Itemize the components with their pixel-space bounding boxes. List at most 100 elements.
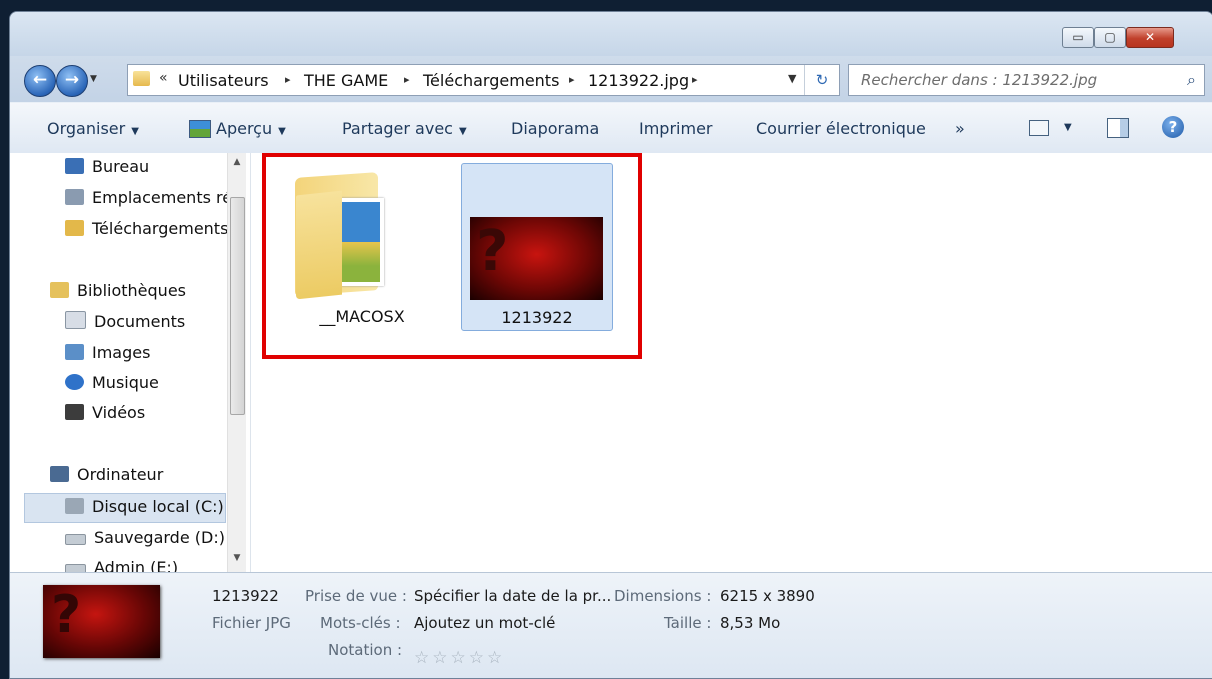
sidebar-item-label: Documents	[94, 312, 186, 331]
back-button[interactable]: ←	[24, 65, 56, 97]
dropdown-arrow-icon: ▼	[458, 126, 467, 137]
help-icon[interactable]: ?	[1162, 116, 1184, 138]
scroll-up-icon[interactable]: ▲	[228, 157, 246, 167]
details-dimensions-value: 6215 x 3890	[720, 587, 815, 605]
libraries-icon	[50, 282, 69, 298]
search-icon[interactable]: ⌕	[1187, 70, 1196, 90]
breadcrumb-utilisateurs[interactable]: Utilisateurs	[178, 71, 269, 90]
drive-icon	[65, 564, 86, 572]
scroll-thumb[interactable]	[230, 197, 245, 415]
desktop-icon	[65, 158, 84, 174]
details-prise-label: Prise de vue :	[305, 587, 407, 605]
breadcrumb-separator[interactable]: ▸	[569, 73, 575, 86]
sidebar-item-label: Emplacements ré	[92, 188, 233, 207]
search-box[interactable]: Rechercher dans : 1213922.jpg ⌕	[848, 64, 1205, 96]
breadcrumb-the-game[interactable]: THE GAME	[304, 71, 388, 90]
apercu-menu[interactable]: Aperçu ▼	[216, 119, 286, 138]
sidebar-item-label: Images	[92, 343, 151, 362]
command-bar: Organiser ▼ Aperçu ▼ Partager avec ▼ Diapor…	[10, 102, 1212, 154]
details-file-type: Fichier JPG	[212, 614, 291, 632]
details-mots-value[interactable]: Ajoutez un mot-clé	[414, 614, 555, 632]
computer-icon	[50, 466, 69, 482]
recent-places-icon	[65, 189, 84, 205]
file-item-1213922-jpg[interactable]: ? 1213922	[461, 163, 613, 331]
refresh-button[interactable]: ↻	[804, 65, 839, 95]
explorer-window: ▭ ▢ ✕ ← → ▼ « Utilisateurs ▸ THE GAME ▸ …	[9, 11, 1212, 679]
file-list-pane: __MACOSX ? 1213922	[251, 153, 1212, 572]
folder-front-flap	[296, 190, 342, 300]
sidebar-item-label: Musique	[92, 373, 159, 392]
sidebar-item-images[interactable]: Images	[65, 341, 150, 365]
details-mots-label: Mots-clés :	[320, 614, 401, 632]
title-bar: ▭ ▢ ✕	[10, 12, 1212, 56]
sidebar-item-label: Bureau	[92, 157, 150, 176]
sidebar-item-emplacements[interactable]: Emplacements ré	[65, 186, 232, 210]
diaporama-button[interactable]: Diaporama	[511, 119, 599, 138]
search-input[interactable]: Rechercher dans : 1213922.jpg	[861, 71, 1097, 89]
minimize-icon: ▭	[1072, 30, 1084, 44]
partager-label: Partager avec	[342, 119, 453, 138]
close-button[interactable]: ✕	[1126, 27, 1174, 48]
view-options-icon[interactable]	[1029, 120, 1049, 136]
drive-icon	[65, 534, 86, 545]
sidebar-item-telechargements[interactable]: Téléchargements	[65, 217, 228, 241]
close-icon: ✕	[1144, 30, 1156, 44]
organiser-menu[interactable]: Organiser ▼	[47, 119, 139, 138]
sidebar-scrollbar[interactable]: ▲ ▼	[227, 153, 246, 572]
organiser-label: Organiser	[47, 119, 126, 138]
navigation-bar: ← → ▼ « Utilisateurs ▸ THE GAME ▸ Téléch…	[10, 56, 1212, 102]
breadcrumb-separator[interactable]: ▸	[285, 73, 291, 86]
sidebar-item-disque-local[interactable]: Disque local (C:)	[65, 495, 224, 519]
details-prise-value[interactable]: Spécifier la date de la pr...	[414, 587, 611, 605]
breadcrumb-separator[interactable]: ▸	[404, 73, 410, 86]
sidebar-item-ordinateur[interactable]: Ordinateur	[50, 463, 163, 487]
sidebar-item-label: Admin (E:)	[94, 558, 179, 572]
details-file-name: 1213922	[212, 587, 279, 605]
file-name: __MACOSX	[319, 307, 405, 326]
overflow-chevron[interactable]: «	[159, 70, 168, 86]
maximize-button[interactable]: ▢	[1094, 27, 1126, 48]
view-dropdown-arrow[interactable]: ▼	[1064, 122, 1072, 133]
partager-menu[interactable]: Partager avec ▼	[342, 119, 467, 138]
breadcrumb-telechargements[interactable]: Téléchargements	[423, 71, 559, 90]
forward-button[interactable]: →	[56, 65, 88, 97]
thumbnail-question-mark: ?	[476, 219, 509, 284]
minimize-button[interactable]: ▭	[1062, 27, 1094, 48]
documents-icon	[65, 311, 86, 329]
sidebar-item-label: Sauvegarde (D:)	[94, 528, 225, 547]
dropdown-arrow-icon: ▼	[131, 126, 139, 137]
dropdown-arrow-icon: ▼	[278, 126, 286, 137]
folder-icon	[133, 71, 150, 86]
sidebar-item-label: Disque local (C:)	[92, 497, 224, 516]
apercu-label: Aperçu	[216, 119, 273, 138]
file-name: 1213922	[501, 308, 573, 327]
preview-pane-icon[interactable]	[1107, 118, 1129, 138]
sidebar-item-videos[interactable]: Vidéos	[65, 401, 145, 425]
imprimer-button[interactable]: Imprimer	[639, 119, 713, 138]
sidebar-item-bibliotheques[interactable]: Bibliothèques	[50, 279, 186, 303]
address-dropdown[interactable]: ▼	[788, 72, 796, 85]
details-pane: ? 1213922 Fichier JPG Prise de vue : Spé…	[10, 572, 1212, 678]
more-commands-button[interactable]: »	[955, 119, 965, 138]
scroll-down-icon[interactable]: ▼	[228, 553, 246, 563]
local-disk-icon	[65, 498, 84, 514]
downloads-folder-icon	[65, 220, 84, 236]
breadcrumb-separator[interactable]: ▸	[692, 73, 698, 86]
file-item-macosx-folder[interactable]: __MACOSX	[286, 163, 438, 331]
details-dimensions-label: Dimensions :	[614, 587, 712, 605]
pictures-icon	[65, 344, 84, 360]
sidebar-item-musique[interactable]: Musique	[65, 371, 159, 395]
rating-stars[interactable]: ☆☆☆☆☆	[414, 648, 505, 668]
sidebar-item-admin[interactable]: Admin (E:)	[65, 556, 178, 572]
music-icon	[65, 374, 84, 390]
sidebar-item-documents[interactable]: Documents	[65, 310, 185, 334]
sidebar-item-bureau[interactable]: Bureau	[65, 155, 149, 179]
details-taille-value: 8,53 Mo	[720, 614, 781, 632]
address-bar[interactable]: « Utilisateurs ▸ THE GAME ▸ Téléchargeme…	[127, 64, 840, 96]
sidebar-item-sauvegarde[interactable]: Sauvegarde (D:)	[65, 526, 225, 550]
videos-icon	[65, 404, 84, 420]
thumbnail-question-mark: ?	[51, 585, 82, 645]
courrier-button[interactable]: Courrier électronique	[756, 119, 926, 138]
recent-pages-dropdown[interactable]: ▼	[90, 74, 97, 84]
breadcrumb-file[interactable]: 1213922.jpg	[588, 71, 689, 90]
